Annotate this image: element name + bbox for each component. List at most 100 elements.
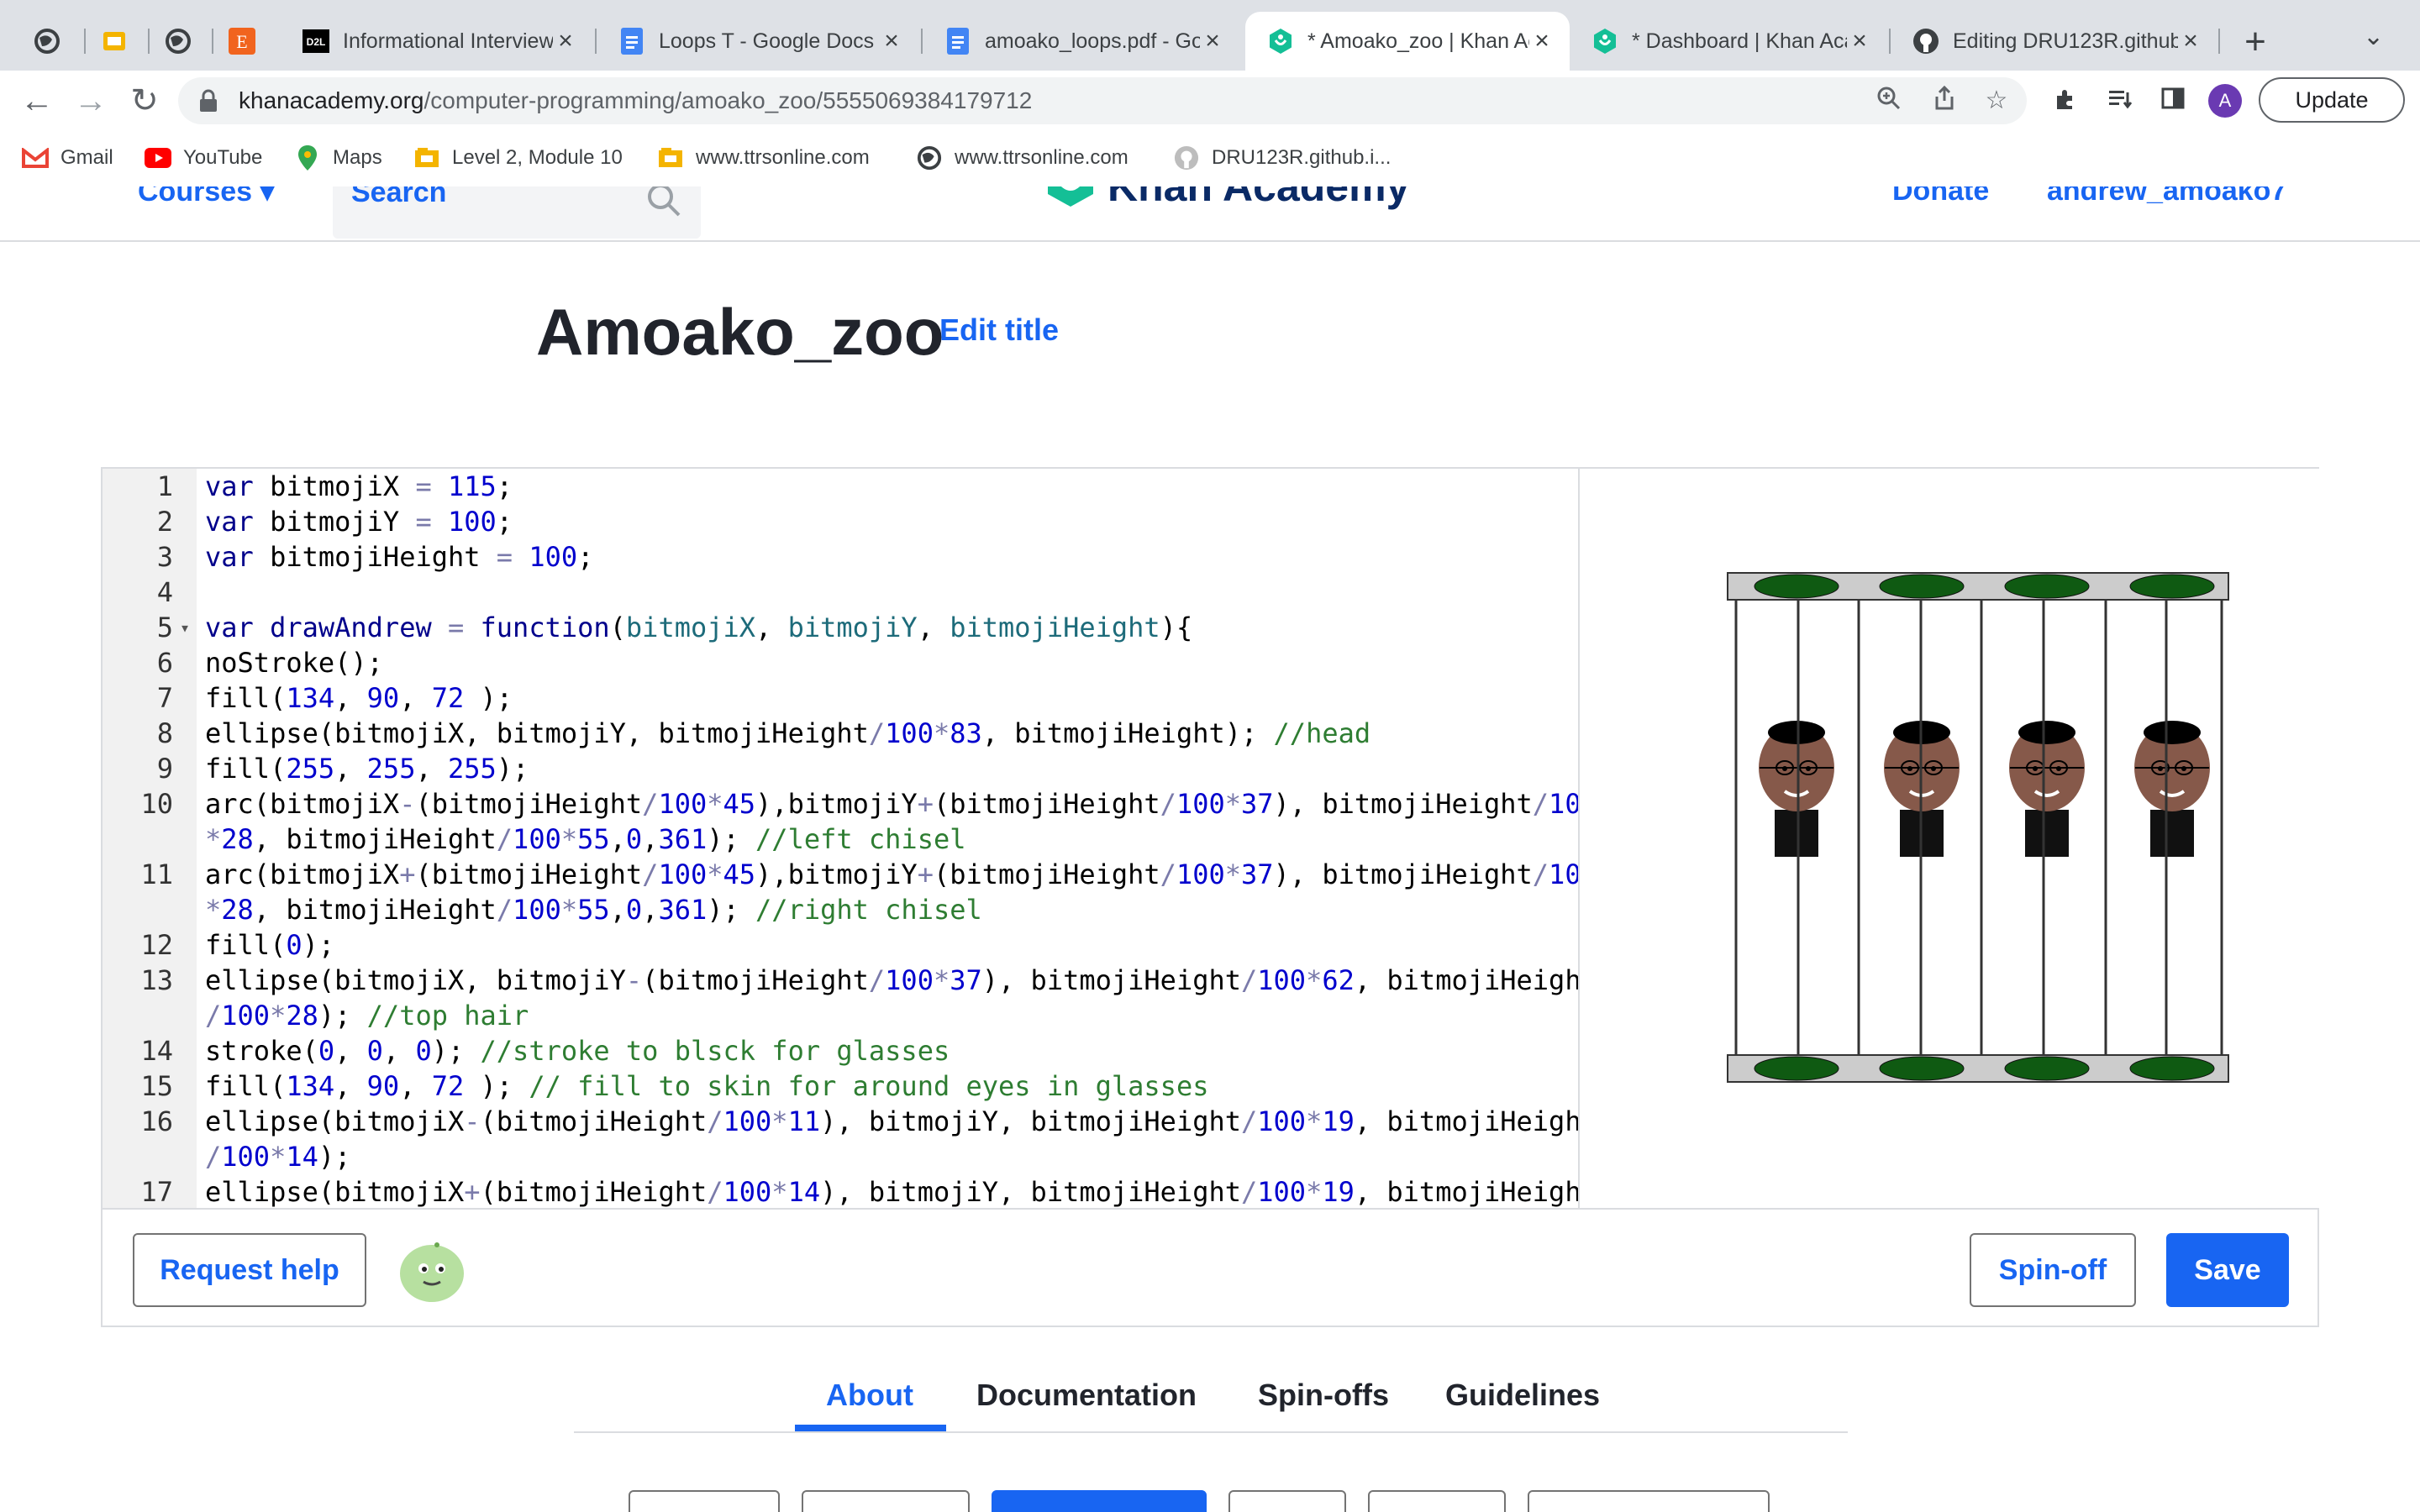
- side-panel-icon[interactable]: [2158, 86, 2188, 116]
- search-input[interactable]: Search: [333, 186, 701, 239]
- code-line-wrap: /100*28); //top hair: [205, 1000, 529, 1032]
- folder-icon: [413, 144, 440, 171]
- github-icon: [1173, 144, 1200, 171]
- bookmark-youtube[interactable]: YouTube: [145, 144, 262, 171]
- bookmark-label: www.ttrsonline.com: [955, 146, 1128, 169]
- chevron-down-icon: ▾: [260, 186, 275, 207]
- close-icon[interactable]: ×: [1529, 27, 1555, 55]
- reading-list-icon[interactable]: [2106, 86, 2136, 116]
- avatar[interactable]: [397, 1235, 467, 1305]
- d2l-icon: D2L: [302, 28, 329, 55]
- tab-globe-2[interactable]: [145, 12, 212, 71]
- code-line: 16 ellipse(bitmojiX-(bitmojiHeight/100*11…: [103, 1104, 1578, 1139]
- green-ellipse-bottom: [2129, 1056, 2215, 1081]
- code-line: 13 ellipse(bitmojiX, bitmojiY-(bitmojiHei…: [103, 963, 1578, 998]
- line-number: 5: [156, 612, 173, 643]
- tab-etsy[interactable]: E: [208, 12, 276, 71]
- content-button[interactable]: [992, 1490, 1207, 1512]
- reload-icon[interactable]: ↻: [124, 81, 165, 121]
- edit-title-link[interactable]: Edit title: [939, 312, 1059, 348]
- green-ellipse-top: [1754, 574, 1839, 599]
- new-tab-icon[interactable]: +: [2232, 18, 2279, 66]
- tab-documentation[interactable]: Documentation: [976, 1378, 1197, 1413]
- courses-menu[interactable]: Courses ▾: [138, 186, 275, 208]
- bookmark-gmail[interactable]: Gmail: [22, 144, 113, 171]
- close-icon[interactable]: ×: [879, 27, 904, 55]
- search-placeholder: Search: [351, 186, 447, 208]
- figure-hair: [2144, 721, 2201, 744]
- tab-dashboard[interactable]: * Dashboard | Khan Academy ×: [1570, 12, 1887, 71]
- url-path: /computer-programming/amoako_zoo/5555069…: [424, 87, 1033, 113]
- update-button[interactable]: Update: [2259, 77, 2405, 123]
- tab-amoako-loops-pdf[interactable]: amoako_loops.pdf - Google ×: [923, 12, 1240, 71]
- ka-header: Courses ▾ Search Khan Academy Donate and…: [0, 186, 2420, 242]
- spinoff-button[interactable]: Spin-off: [1970, 1233, 2136, 1307]
- lock-icon: [198, 89, 218, 117]
- tab-title: Loops T - Google Docs: [659, 29, 875, 53]
- figure-eye-right: [2181, 766, 2186, 771]
- donate-link[interactable]: Donate: [1892, 186, 1989, 207]
- back-icon[interactable]: ←: [17, 81, 57, 121]
- code-line-wrap: /100*14);: [205, 1141, 351, 1173]
- bookmark-github[interactable]: DRU123R.github.i...: [1173, 144, 1391, 171]
- tab-about[interactable]: About: [826, 1378, 913, 1413]
- bookmark-star-icon[interactable]: ☆: [1981, 86, 2012, 116]
- close-icon[interactable]: ×: [553, 27, 578, 55]
- khan-logo[interactable]: Khan Academy: [1045, 186, 1409, 218]
- save-button[interactable]: Save: [2166, 1233, 2289, 1307]
- forward-icon[interactable]: →: [71, 81, 111, 121]
- code-line: 9 fill(255, 255, 255);: [103, 751, 1578, 786]
- khan-icon: [1591, 28, 1618, 55]
- code-line: 10 arc(bitmojiX-(bitmojiHeight/100*45),bi…: [103, 786, 1578, 822]
- user-menu[interactable]: andrew_amoako7: [2047, 186, 2286, 207]
- figure-hair: [1768, 721, 1825, 744]
- code-editor[interactable]: 1 var bitmojiX = 115; 2 var bitmojiY = 100…: [103, 469, 1578, 1208]
- code-line: 4: [103, 575, 1578, 610]
- output-canvas[interactable]: [1580, 469, 2319, 1208]
- content-button[interactable]: [629, 1490, 780, 1512]
- close-icon[interactable]: ×: [1847, 27, 1872, 55]
- github-icon: [1912, 28, 1939, 55]
- share-icon[interactable]: [1929, 85, 1960, 116]
- code-lines: 1 var bitmojiX = 115; 2 var bitmojiY = 100…: [103, 469, 1578, 1208]
- close-icon[interactable]: ×: [1200, 27, 1225, 55]
- green-ellipse-top: [2004, 574, 2090, 599]
- bookmark-ttrs-2[interactable]: www.ttrsonline.com: [916, 144, 1128, 171]
- tab-spin-offs[interactable]: Spin-offs: [1258, 1378, 1389, 1413]
- tab-title: * Dashboard | Khan Academy: [1632, 29, 1847, 53]
- close-icon[interactable]: ×: [2178, 27, 2203, 55]
- tab-globe[interactable]: [13, 12, 81, 71]
- globe-icon: [166, 29, 191, 54]
- content-button[interactable]: [1528, 1490, 1770, 1512]
- profile-avatar[interactable]: A: [2208, 84, 2242, 118]
- tab-informational-interview[interactable]: D2L Informational Interview ×: [281, 12, 593, 71]
- tab-amoako-zoo[interactable]: * Amoako_zoo | Khan Academy ×: [1245, 12, 1570, 71]
- tab-slides[interactable]: [81, 12, 148, 71]
- line-number: 14: [140, 1035, 173, 1067]
- bookmark-ttrs[interactable]: www.ttrsonline.com: [657, 144, 870, 171]
- extensions-icon[interactable]: [2050, 86, 2081, 116]
- tab-editing-github[interactable]: Editing DRU123R.github.io ×: [1891, 12, 2218, 71]
- bookmark-maps[interactable]: Maps: [294, 144, 382, 171]
- figure-hair: [2018, 721, 2075, 744]
- chevron-down-icon[interactable]: ⌄: [2363, 22, 2384, 51]
- docs-icon: [618, 28, 645, 55]
- maps-icon: [294, 144, 321, 171]
- line-number: 11: [140, 858, 173, 890]
- content-button[interactable]: [802, 1490, 970, 1512]
- line-number: 10: [140, 788, 173, 820]
- browser-toolbar: ← → ↻ khanacademy.org/computer-programmi…: [0, 71, 2420, 131]
- content-button[interactable]: [1368, 1490, 1506, 1512]
- bookmark-label: Maps: [333, 146, 382, 169]
- tab-loops-doc[interactable]: Loops T - Google Docs ×: [597, 12, 919, 71]
- request-help-button[interactable]: Request help: [133, 1233, 366, 1307]
- content-button[interactable]: [1228, 1490, 1346, 1512]
- zoom-icon[interactable]: [1874, 86, 1904, 116]
- bookmark-level-2-module-10[interactable]: Level 2, Module 10: [413, 144, 623, 171]
- address-bar[interactable]: khanacademy.org/computer-programming/amo…: [178, 77, 2027, 124]
- line-number: 1: [156, 470, 173, 502]
- code-line: 2 var bitmojiY = 100;: [103, 504, 1578, 539]
- fold-arrow-icon[interactable]: ▾: [173, 610, 197, 645]
- tab-guidelines[interactable]: Guidelines: [1445, 1378, 1600, 1413]
- bookmark-label: www.ttrsonline.com: [696, 146, 870, 169]
